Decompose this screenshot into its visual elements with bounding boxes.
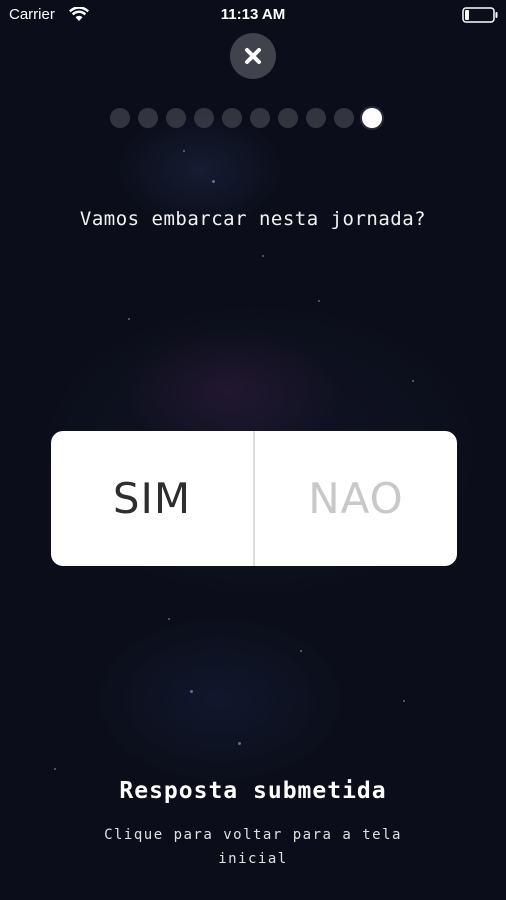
yes-button[interactable]: SIM [51, 431, 253, 566]
status-bar: Carrier 11:13 AM [0, 0, 506, 30]
close-icon [245, 48, 261, 64]
progress-dot [110, 108, 130, 128]
progress-dot [334, 108, 354, 128]
progress-dot [194, 108, 214, 128]
close-button[interactable] [230, 33, 276, 79]
answer-toggle: SIM NAO [51, 431, 457, 566]
no-button[interactable]: NAO [255, 431, 457, 566]
progress-dot [306, 108, 326, 128]
back-to-home-link[interactable]: Clique para voltar para a tela inicial [83, 823, 423, 871]
battery-icon [462, 7, 498, 23]
progress-dot-current [362, 108, 382, 128]
progress-dot [138, 108, 158, 128]
progress-dot [278, 108, 298, 128]
progress-dot [222, 108, 242, 128]
progress-dot [166, 108, 186, 128]
status-time: 11:13 AM [220, 6, 286, 23]
question-text: Vamos embarcar nesta jornada? [79, 208, 427, 230]
progress-indicator [110, 108, 382, 130]
progress-dot [250, 108, 270, 128]
submitted-title: Resposta submetida [119, 778, 387, 804]
